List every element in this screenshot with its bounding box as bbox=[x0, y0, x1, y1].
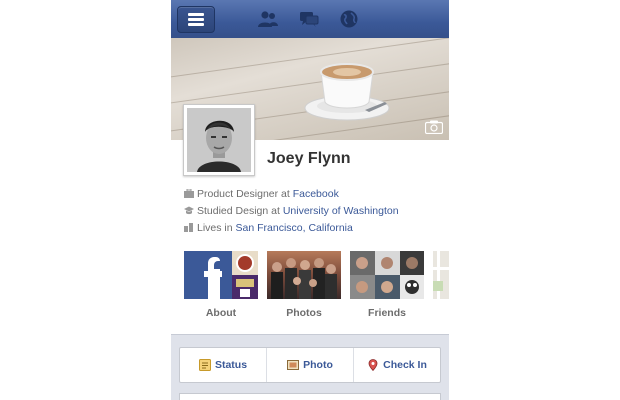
work-link[interactable]: Facebook bbox=[293, 188, 339, 200]
photo-button[interactable]: Photo bbox=[267, 348, 353, 382]
profile-info: Product Designer at Facebook Studied Des… bbox=[184, 188, 444, 239]
work-prefix: Product Designer at bbox=[197, 188, 293, 200]
publisher-bar: Status Photo Check In bbox=[179, 347, 441, 383]
friends-tile[interactable]: Friends bbox=[350, 251, 424, 319]
profile-screen: Joey Flynn Product Designer at Facebook … bbox=[171, 0, 449, 400]
map-tile[interactable] bbox=[433, 251, 449, 299]
avatar-portrait bbox=[187, 108, 251, 172]
friends-icon[interactable] bbox=[257, 8, 279, 30]
about-tile[interactable]: About bbox=[184, 251, 258, 319]
location-pin-icon bbox=[368, 359, 378, 371]
profile-name: Joey Flynn bbox=[267, 150, 351, 167]
friends-thumbnail bbox=[350, 251, 424, 299]
top-navigation-bar bbox=[171, 0, 449, 39]
photos-label: Photos bbox=[286, 307, 322, 319]
facebook-logo bbox=[204, 257, 222, 299]
photos-tile[interactable]: Photos bbox=[267, 251, 341, 319]
messages-icon[interactable] bbox=[298, 8, 320, 30]
photo-icon bbox=[287, 360, 300, 370]
work-info: Product Designer at Facebook bbox=[184, 188, 444, 205]
profile-tiles: About Photos Friends bbox=[184, 251, 449, 321]
city-icon bbox=[184, 223, 193, 232]
photos-thumbnail bbox=[267, 251, 341, 299]
location-prefix: Lives in bbox=[197, 222, 236, 234]
menu-icon bbox=[188, 13, 204, 16]
education-link[interactable]: University of Washington bbox=[283, 205, 399, 217]
location-link[interactable]: San Francisco, California bbox=[236, 222, 353, 234]
menu-button[interactable] bbox=[177, 6, 215, 33]
feed-story-card bbox=[179, 393, 441, 400]
check-in-button[interactable]: Check In bbox=[354, 348, 440, 382]
coffee-cup-image bbox=[304, 63, 390, 121]
education-prefix: Studied Design at bbox=[197, 205, 283, 217]
graduation-cap-icon bbox=[184, 206, 194, 215]
photo-label: Photo bbox=[303, 359, 333, 371]
menu-icon-line bbox=[188, 23, 204, 26]
group-photo bbox=[271, 258, 337, 299]
globe-icon[interactable] bbox=[338, 8, 360, 30]
about-label: About bbox=[205, 307, 237, 319]
friends-grid bbox=[350, 251, 424, 299]
map-thumbnail bbox=[433, 251, 449, 299]
status-button[interactable]: Status bbox=[180, 348, 266, 382]
menu-icon-line bbox=[188, 18, 204, 21]
location-info: Lives in San Francisco, California bbox=[184, 222, 444, 239]
briefcase-icon bbox=[184, 189, 194, 198]
avatar bbox=[187, 108, 251, 172]
friends-label: Friends bbox=[368, 307, 406, 319]
education-info: Studied Design at University of Washingt… bbox=[184, 205, 444, 222]
camera-icon[interactable] bbox=[425, 120, 443, 134]
about-thumbnail bbox=[184, 251, 258, 299]
check-in-label: Check In bbox=[383, 359, 427, 371]
status-label: Status bbox=[214, 359, 248, 371]
status-icon bbox=[198, 359, 211, 371]
profile-picture[interactable] bbox=[183, 104, 255, 176]
